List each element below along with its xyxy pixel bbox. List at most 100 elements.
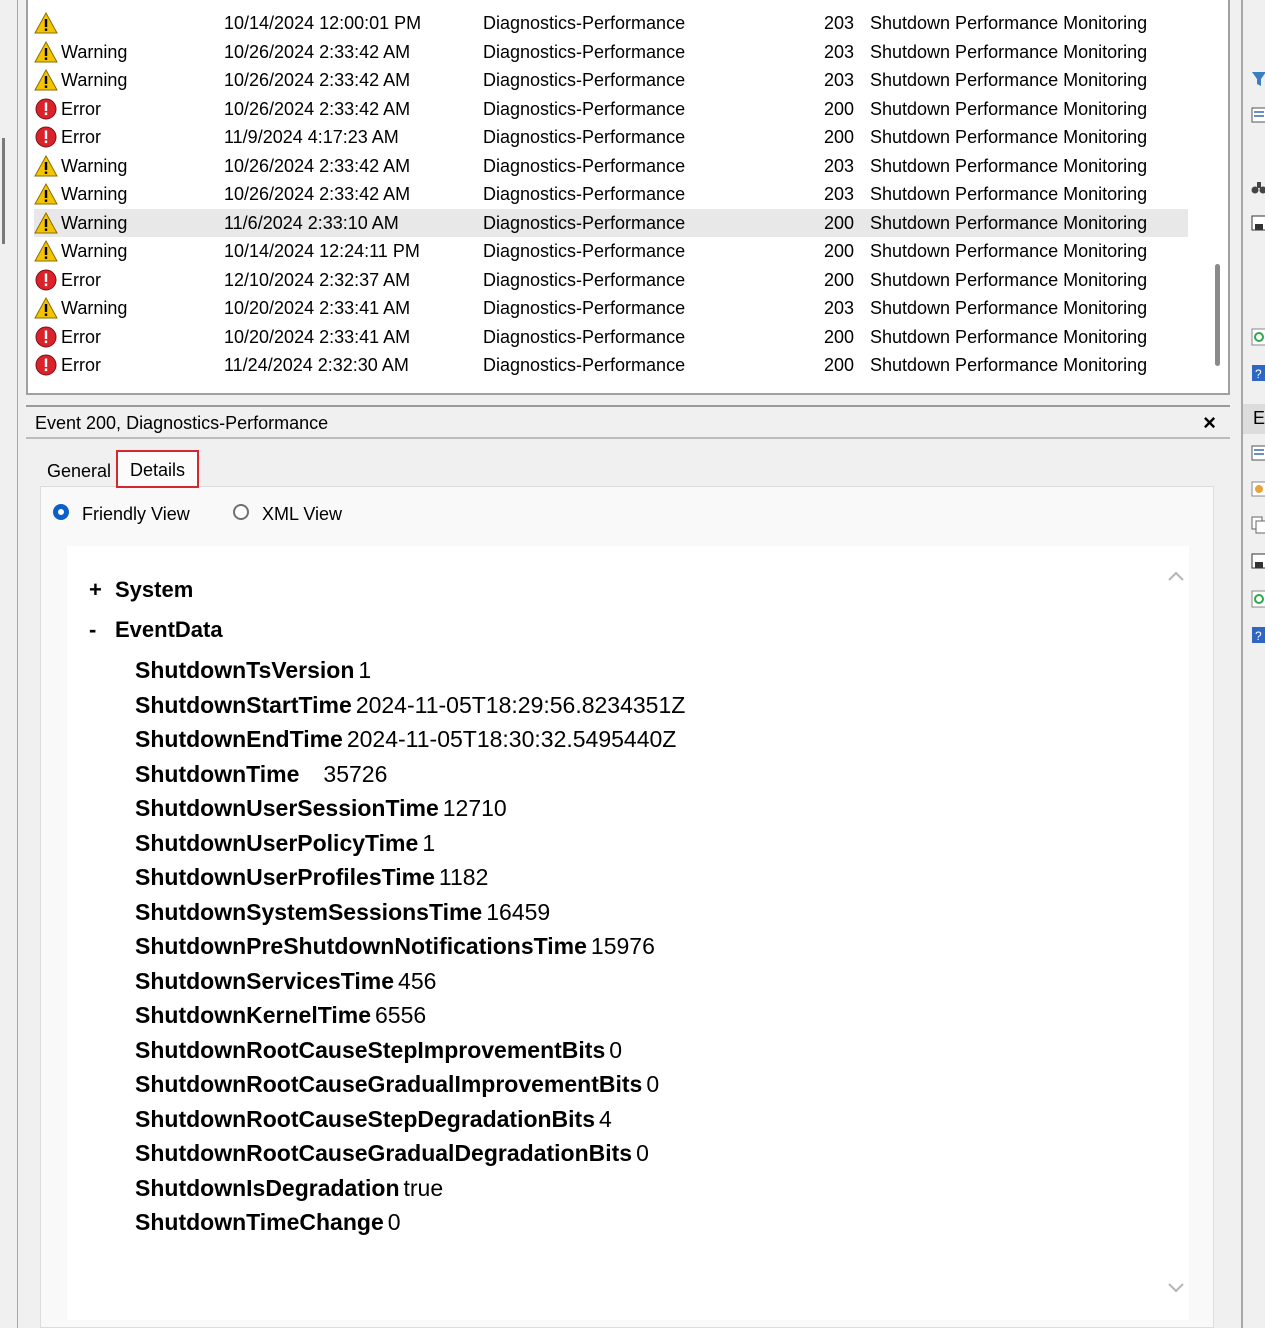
field-name: ShutdownSystemSessionsTime [135,898,483,925]
table-row[interactable]: 10/14/2024 12:00:01 PM Diagnostics-Perfor… [34,9,1188,37]
table-row[interactable]: Warning 10/26/2024 2:33:42 AM Diagnostics-… [34,66,1188,94]
event-task-category: Shutdown Performance Monitoring [870,41,1148,62]
field-name: ShutdownRootCauseStepDegradationBits [135,1105,596,1132]
field-value: 456 [398,967,437,994]
event-source: Diagnostics-Performance [483,98,686,119]
field-name: ShutdownServicesTime [135,967,395,994]
eventdata-field: ShutdownPreShutdownNotificationsTime 1597… [135,929,685,964]
friendly-view-label: Friendly View [82,504,190,524]
save-selected-icon[interactable] [1251,552,1265,570]
event-task-category: Shutdown Performance Monitoring [870,298,1148,318]
eventdata-field: ShutdownServicesTime 456 [135,964,685,999]
eventdata-field: ShutdownTime 35726 [135,757,685,792]
actions-section-event[interactable]: E [1243,404,1265,434]
field-name: ShutdownTsVersion [135,657,355,683]
event-date: 10/14/2024 12:00:01 PM [224,13,422,33]
radio-selected-icon [53,504,69,520]
field-value: 15976 [590,933,655,959]
table-row[interactable]: Error 10/26/2024 2:33:42 AM Diagnostics-Pe… [34,95,1188,123]
event-task-category: Shutdown Performance Monitoring [870,70,1148,90]
event-detail-title: Event 200, Diagnostics-Performance [35,413,329,433]
field-value: 1 [422,829,436,856]
field-value: 16459 [486,898,551,925]
expand-icon[interactable]: + [89,574,115,606]
event-task-category: Shutdown Performance Monitoring [870,184,1148,204]
field-name: ShutdownRootCauseGradualImprovementBits [135,1071,643,1097]
eventdata-field: ShutdownRootCauseGradualImprovementBits 0 [135,1067,685,1102]
scroll-down-icon[interactable] [1167,1278,1185,1296]
event-source: Diagnostics-Performance [483,127,686,147]
field-value: 2024-11-05T18:30:32.5495440Z [346,726,677,752]
table-row[interactable]: Warning 10/26/2024 2:33:42 AM Diagnostics-… [34,152,1188,180]
event-source: Diagnostics-Performance [483,184,686,204]
refresh-icon[interactable] [1251,328,1265,346]
refresh-icon[interactable] [1251,590,1265,608]
binoculars-icon[interactable] [1251,178,1265,196]
table-row[interactable]: Error 11/9/2024 4:17:23 AM Diagnostics-Per… [34,123,1188,151]
field-value: 6556 [375,1002,427,1028]
event-task-category: Shutdown Performance Monitoring [870,241,1148,261]
event-list-scrollbar-thumb[interactable] [1215,264,1220,366]
field-name: ShutdownIsDegradation [135,1174,400,1201]
tree-node-eventdata[interactable]: - EventData [89,614,223,646]
field-name: ShutdownUserSessionTime [135,795,439,821]
table-row[interactable]: Warning 10/26/2024 2:33:42 AM Diagnostics-… [34,180,1188,208]
event-properties-icon[interactable] [1251,444,1265,462]
field-name: ShutdownTime [135,760,300,787]
event-id: 200 [824,355,855,375]
field-name: ShutdownRootCauseStepImprovementBits [135,1036,606,1063]
field-name: ShutdownUserPolicyTime [135,829,419,856]
event-level-label: Error [61,326,101,347]
tab-details[interactable]: Details [116,450,199,488]
event-level-label: Warning [61,41,128,62]
eventdata-fields: ShutdownTsVersion 1 ShutdownStartTime 2024-… [135,653,685,1240]
event-level-label: Warning [61,212,128,233]
event-date: 10/14/2024 12:24:11 PM [224,241,420,261]
event-task-category: Shutdown Performance Monitoring [870,326,1148,347]
table-row[interactable]: Error 10/20/2024 2:33:41 AM Diagnostics-Pe… [34,323,1188,351]
scroll-up-icon[interactable] [1167,568,1185,586]
table-row[interactable]: Warning 10/14/2024 12:24:11 PM Diagnostics… [34,237,1188,265]
tree-node-system-label: System [115,577,194,602]
event-task-category: Shutdown Performance Monitoring [870,98,1148,119]
event-source: Diagnostics-Performance [483,212,686,233]
event-id: 200 [824,241,855,261]
event-level-label: Error [61,127,101,147]
event-list[interactable]: 10/14/2024 12:00:01 PM Diagnostics-Perfor… [26,0,1230,395]
save-icon[interactable] [1251,214,1265,232]
event-id: 203 [824,155,855,176]
help-icon[interactable]: ? [1251,364,1265,382]
event-source: Diagnostics-Performance [483,241,686,261]
filter-icon[interactable] [1251,70,1265,88]
eventdata-field: ShutdownUserPolicyTime 1 [135,826,685,861]
friendly-view-content: + System - EventData ShutdownTsVersion 1 Shu… [67,546,1189,1320]
help-icon[interactable]: ? [1251,626,1265,644]
tree-node-system[interactable]: + System [89,574,193,606]
eventdata-field: ShutdownKernelTime 6556 [135,998,685,1033]
field-name: ShutdownKernelTime [135,1002,371,1028]
event-source: Diagnostics-Performance [483,41,686,62]
collapse-icon[interactable]: - [89,614,115,646]
table-row[interactable]: Warning 10/26/2024 2:33:42 AM Diagnostics-… [34,38,1188,66]
table-row[interactable]: Warning 10/20/2024 2:33:41 AM Diagnostics-… [34,294,1188,322]
table-row[interactable]: Error 11/24/2024 2:32:30 AM Diagnostics-Pe… [34,351,1188,379]
tab-general[interactable]: General [42,454,116,486]
attach-task-icon[interactable] [1251,480,1265,498]
event-date: 10/20/2024 2:33:41 AM [224,326,411,347]
event-id: 203 [824,70,855,90]
copy-icon[interactable] [1251,516,1265,534]
event-date: 10/26/2024 2:33:42 AM [224,70,411,90]
event-id: 203 [824,41,855,62]
field-value: 0 [609,1036,623,1063]
event-level-label: Warning [61,241,128,261]
svg-text:?: ? [1255,367,1262,381]
pane-splitter[interactable] [26,398,1230,404]
table-row[interactable]: Warning 11/6/2024 2:33:10 AM Diagnostics-P… [34,208,1188,237]
close-icon[interactable]: × [1203,410,1216,436]
properties-icon[interactable] [1251,106,1265,124]
event-date: 10/26/2024 2:33:42 AM [224,98,411,119]
table-row[interactable]: Error 12/10/2024 2:32:37 AM Diagnostics-Pe… [34,266,1188,294]
event-source: Diagnostics-Performance [483,298,686,318]
event-level-label: Warning [61,298,128,318]
eventdata-field: ShutdownTimeChange 0 [135,1205,685,1240]
